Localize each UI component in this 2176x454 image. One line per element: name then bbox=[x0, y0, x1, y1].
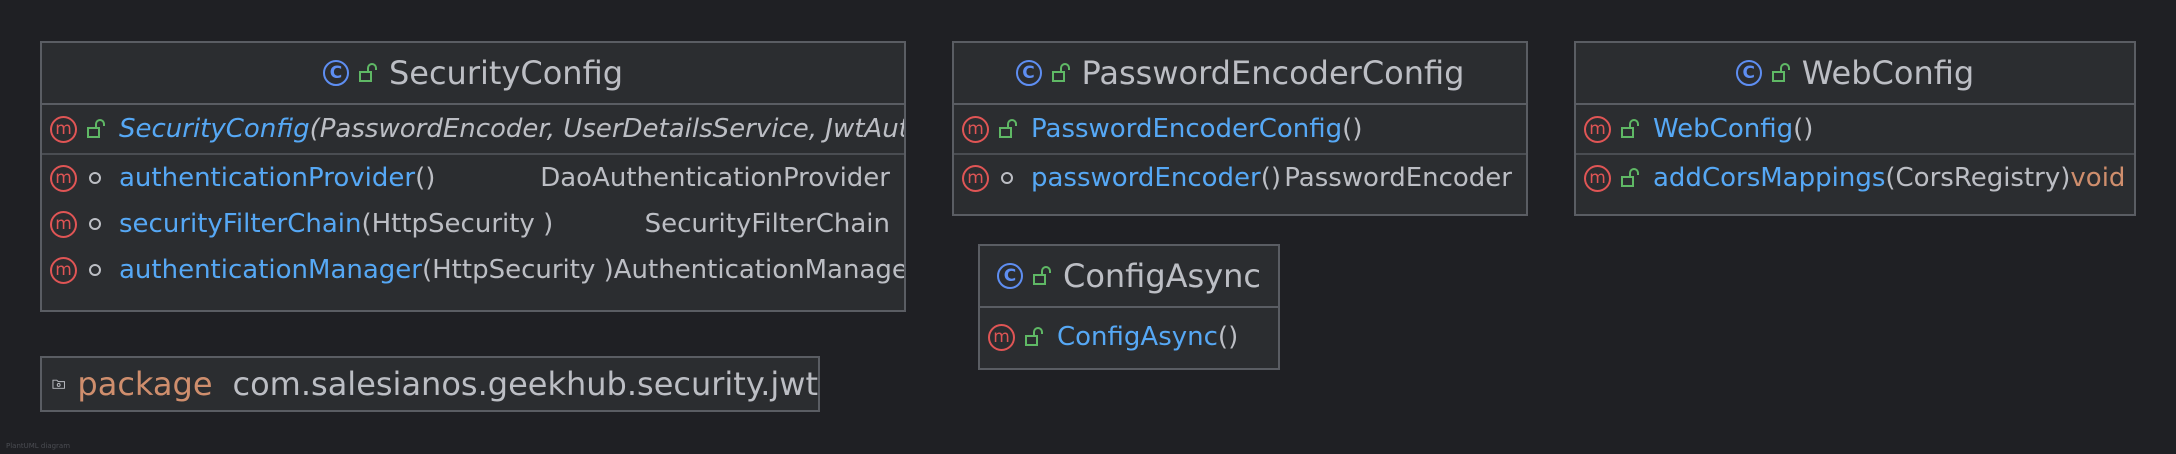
member-return-type: AuthenticationManager bbox=[613, 255, 906, 285]
member-name: WebConfig bbox=[1653, 114, 1794, 144]
class-header: C ConfigAsync bbox=[980, 246, 1278, 308]
member-params: () bbox=[1793, 114, 1814, 144]
member-params: (HttpSecurity ) bbox=[361, 209, 554, 239]
public-lock-icon bbox=[1032, 266, 1051, 285]
public-lock-icon bbox=[1621, 119, 1639, 138]
method-icon: m bbox=[50, 115, 77, 143]
package-box[interactable]: package com.salesianos.geekhub.security.… bbox=[40, 356, 820, 412]
method-icon: m bbox=[50, 210, 77, 238]
member-params: () bbox=[415, 163, 436, 193]
member-params: () bbox=[1342, 114, 1363, 144]
folder-icon bbox=[52, 379, 65, 389]
member-name: authenticationManager bbox=[119, 255, 422, 285]
package-name: com.salesianos.geekhub.security.jwt bbox=[232, 365, 819, 403]
class-icon: C bbox=[1735, 60, 1762, 86]
method-icon: m bbox=[962, 115, 989, 143]
class-header: C SecurityConfig bbox=[42, 43, 904, 105]
class-name: ConfigAsync bbox=[1062, 257, 1262, 295]
member-row[interactable]: m addCorsMappings (CorsRegistry) void bbox=[1576, 155, 2134, 201]
method-icon: m bbox=[962, 164, 989, 192]
member-row[interactable]: m securityFilterChain (HttpSecurity ) Se… bbox=[42, 201, 904, 247]
member-return-type: void bbox=[2070, 163, 2126, 193]
watermark: PlantUML diagram bbox=[6, 442, 71, 450]
member-name: SecurityConfig bbox=[119, 114, 310, 144]
member-params: () bbox=[1260, 163, 1282, 193]
method-icon: m bbox=[1584, 164, 1611, 192]
class-box-webconfig[interactable]: C WebConfig m WebConfig () m addCorsMapp… bbox=[1574, 41, 2136, 216]
member-params: (PasswordEncoder, UserDetailsService, Jw… bbox=[309, 114, 906, 144]
public-lock-icon bbox=[1771, 63, 1790, 82]
member-name: passwordEncoder bbox=[1031, 163, 1261, 193]
public-lock-icon bbox=[1025, 327, 1043, 346]
method-icon: m bbox=[50, 256, 77, 284]
member-row[interactable]: m passwordEncoder () PasswordEncoder bbox=[954, 155, 1526, 201]
package-private-circle-icon bbox=[1001, 172, 1013, 184]
member-return-type: DaoAuthenticationProvider bbox=[540, 163, 890, 193]
member-row-constructor[interactable]: m PasswordEncoderConfig () bbox=[954, 105, 1526, 155]
package-keyword: package bbox=[77, 365, 213, 403]
class-icon: C bbox=[322, 60, 349, 86]
public-lock-icon bbox=[87, 119, 105, 138]
method-icon: m bbox=[1584, 115, 1611, 143]
member-name: authenticationProvider bbox=[119, 163, 416, 193]
member-return-type: SecurityFilterChain bbox=[644, 209, 890, 239]
member-params: (CorsRegistry) bbox=[1885, 163, 2071, 193]
member-params: (HttpSecurity ) bbox=[421, 255, 614, 285]
public-lock-icon bbox=[999, 119, 1017, 138]
package-private-circle-icon bbox=[89, 172, 101, 184]
public-lock-icon bbox=[1621, 168, 1639, 187]
public-lock-icon bbox=[358, 63, 377, 82]
package-private-circle-icon bbox=[89, 218, 101, 230]
class-box-passwordencoderconfig[interactable]: C PasswordEncoderConfig m PasswordEncode… bbox=[952, 41, 1528, 216]
class-name: WebConfig bbox=[1801, 54, 1975, 92]
member-row[interactable]: m authenticationManager (HttpSecurity ) … bbox=[42, 247, 904, 293]
method-icon: m bbox=[988, 323, 1015, 351]
member-row-constructor[interactable]: m ConfigAsync () bbox=[980, 308, 1278, 366]
class-icon: C bbox=[1015, 60, 1042, 86]
member-name: ConfigAsync bbox=[1057, 322, 1218, 352]
class-icon: C bbox=[996, 263, 1023, 289]
class-box-configasync[interactable]: C ConfigAsync m ConfigAsync () bbox=[978, 244, 1280, 370]
member-name: securityFilterChain bbox=[119, 209, 362, 239]
class-header: C WebConfig bbox=[1576, 43, 2134, 105]
class-name: SecurityConfig bbox=[388, 54, 624, 92]
class-header: C PasswordEncoderConfig bbox=[954, 43, 1526, 105]
class-box-securityconfig[interactable]: C SecurityConfig m SecurityConfig (Passw… bbox=[40, 41, 906, 312]
member-name: PasswordEncoderConfig bbox=[1031, 114, 1343, 144]
member-row[interactable]: m authenticationProvider () DaoAuthentic… bbox=[42, 155, 904, 201]
member-row-constructor[interactable]: m SecurityConfig (PasswordEncoder, UserD… bbox=[42, 105, 904, 155]
method-icon: m bbox=[50, 164, 77, 192]
class-name: PasswordEncoderConfig bbox=[1081, 54, 1465, 92]
member-return-type: PasswordEncoder bbox=[1284, 163, 1512, 193]
member-name: addCorsMappings bbox=[1653, 163, 1886, 193]
member-row-constructor[interactable]: m WebConfig () bbox=[1576, 105, 2134, 155]
member-params: () bbox=[1217, 322, 1239, 352]
public-lock-icon bbox=[1051, 63, 1070, 82]
package-private-circle-icon bbox=[89, 264, 101, 276]
